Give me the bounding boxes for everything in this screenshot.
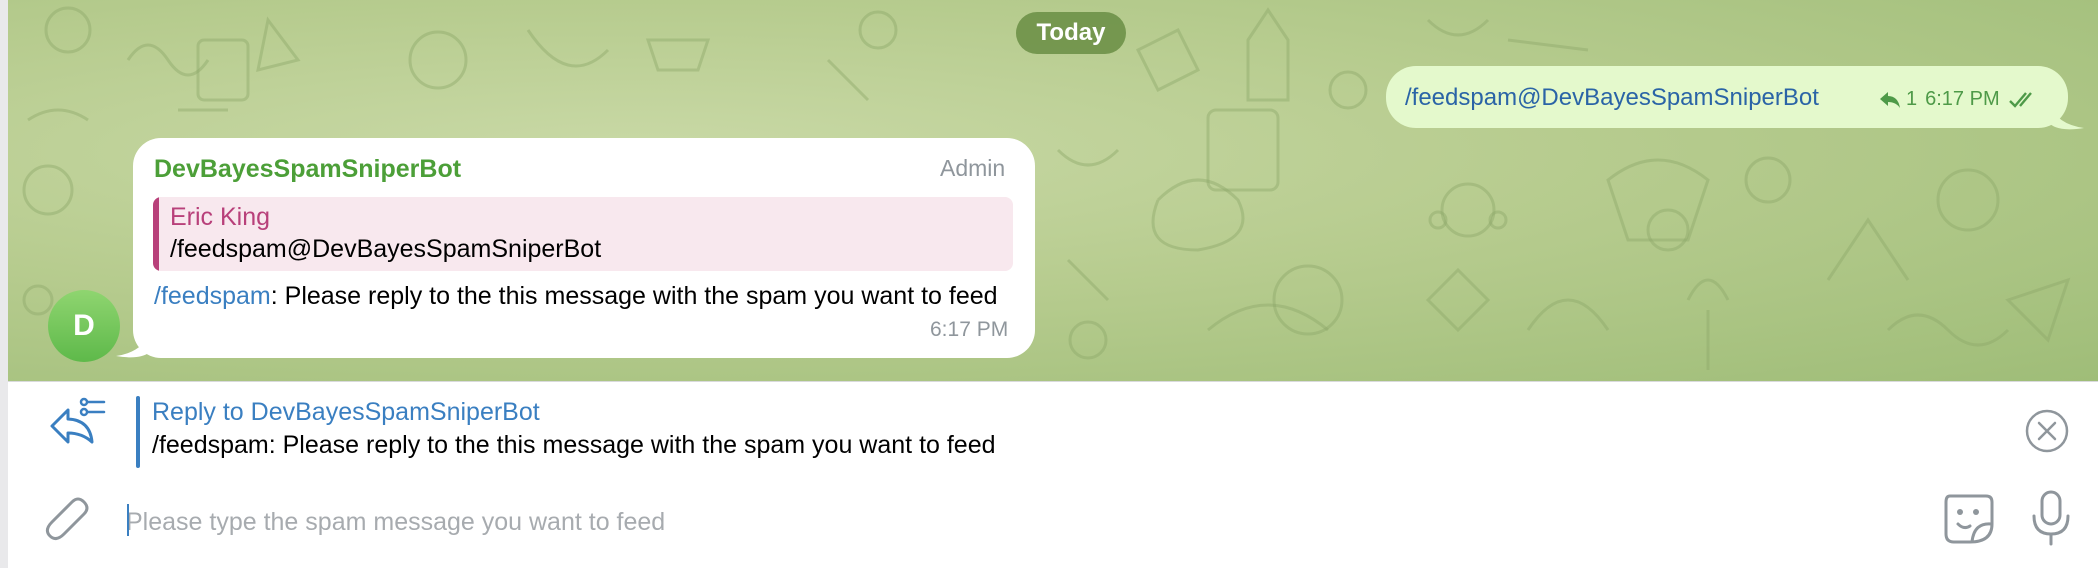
outgoing-message-meta: 1 6:17 PM [1878, 88, 2040, 111]
incoming-message-time: 6:17 PM [930, 318, 1009, 341]
reply-count: 1 [1906, 88, 1918, 110]
message-body-text: : Please reply to the this message with … [270, 282, 998, 310]
incoming-message-text: /feedspam: Please reply to the this mess… [154, 280, 1024, 312]
composer-divider [8, 381, 2098, 382]
reply-arrow-icon[interactable] [46, 396, 108, 452]
avatar[interactable]: D [48, 290, 120, 362]
message-input[interactable] [126, 500, 1906, 544]
quoted-message[interactable]: Eric King /feedspam@DevBayesSpamSniperBo… [153, 197, 1013, 271]
outgoing-bubble-tail [2050, 104, 2084, 130]
command-link[interactable]: /feedspam [154, 282, 271, 310]
double-check-icon [2008, 91, 2032, 108]
text-caret [127, 504, 129, 536]
incoming-bubble-tail [116, 330, 150, 358]
reply-accent-bar [136, 396, 140, 468]
reply-preview-text[interactable]: /feedspam: Please reply to the this mess… [152, 431, 996, 460]
left-panel-edge [0, 0, 8, 568]
quoted-sender: Eric King [170, 203, 271, 231]
microphone-icon[interactable] [2030, 488, 2072, 548]
quoted-text: /feedspam@DevBayesSpamSniperBot [170, 235, 602, 263]
admin-badge: Admin [940, 155, 1006, 181]
sender-name[interactable]: DevBayesSpamSniperBot [154, 155, 461, 184]
message-input-wrapper[interactable] [126, 500, 1906, 544]
outgoing-message-text: /feedspam@DevBayesSpamSniperBot [1405, 84, 1819, 111]
quote-accent-bar [153, 197, 159, 271]
sticker-icon[interactable] [1940, 488, 1998, 548]
reply-count-icon [1880, 91, 1900, 108]
reply-title[interactable]: Reply to DevBayesSpamSniperBot [152, 398, 540, 427]
close-icon[interactable] [2024, 408, 2070, 454]
date-separator: Today [1016, 12, 1126, 54]
outgoing-message-time: 6:17 PM [1925, 88, 2000, 110]
paperclip-icon[interactable] [44, 490, 92, 546]
